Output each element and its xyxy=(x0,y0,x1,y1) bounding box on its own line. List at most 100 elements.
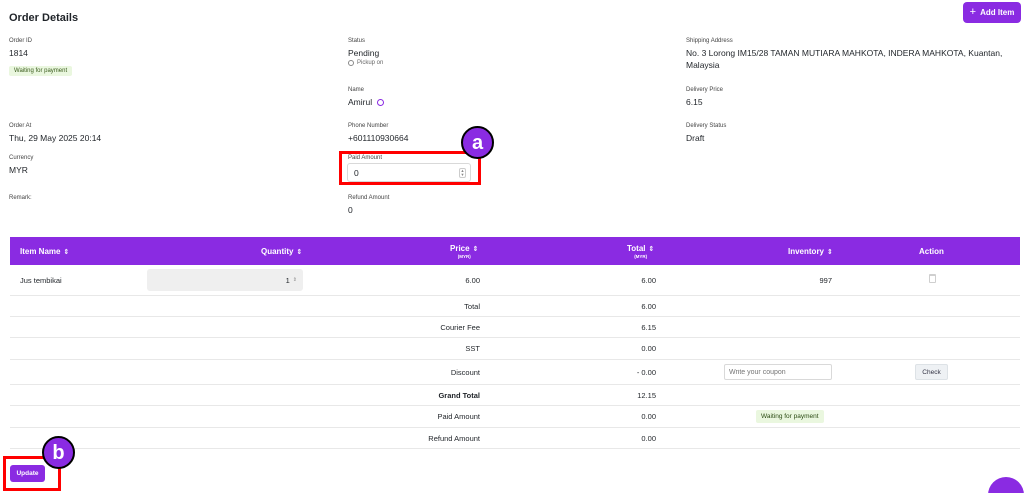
summary-refund-value: 0.00 xyxy=(641,433,656,443)
table-row: Jus tembikai 1 ⇕ 6.00 6.00 997 xyxy=(10,265,1020,296)
stepper-icon[interactable]: ⇕ xyxy=(293,277,297,283)
delivery-status-field: Delivery Status Draft xyxy=(686,122,726,144)
summary-row-paid: Paid Amount 0.00 Waiting for payment xyxy=(10,406,1020,428)
summary-row-discount: Discount - 0.00 Check xyxy=(10,360,1020,385)
delivery-price-field: Delivery Price 6.15 xyxy=(686,86,723,108)
item-inventory: 997 xyxy=(819,275,832,285)
summary-grand-value: 12.15 xyxy=(637,390,656,400)
summary-total-label: Total xyxy=(464,301,480,311)
sort-icon: ⇕ xyxy=(827,248,833,256)
status-label: Status xyxy=(348,38,366,44)
summary-sst-label: SST xyxy=(465,344,480,353)
summary-discount-label: Discount xyxy=(450,367,480,377)
phone-label: Phone Number xyxy=(348,123,389,129)
summary-courier-label: Courier Fee xyxy=(440,322,480,332)
th-inventory[interactable]: Inventory ⇕ xyxy=(788,237,833,265)
quantity-value: 1 xyxy=(285,275,290,285)
th-item-name[interactable]: Item Name ⇕ xyxy=(20,237,69,265)
summary-paid-value: 0.00 xyxy=(641,412,656,421)
summary-discount-value: - 0.00 xyxy=(636,367,656,377)
th-item-name-label: Item Name xyxy=(20,246,61,256)
summary-row-refund: Refund Amount 0.00 xyxy=(10,428,1020,449)
name-field: Name Amirul xyxy=(348,86,385,108)
sort-icon: ⇕ xyxy=(472,245,479,253)
summary-total-value: 6.00 xyxy=(641,301,656,311)
summary-row-grand-total: Grand Total 12.15 xyxy=(10,385,1020,406)
remark-label: Remark: xyxy=(9,195,32,201)
delivery-price-label: Delivery Price xyxy=(686,87,724,93)
quantity-stepper[interactable]: 1 ⇕ xyxy=(147,269,303,291)
item-price: 6.00 xyxy=(465,275,480,285)
summary-row-total: Total 6.00 xyxy=(10,296,1020,317)
summary-courier-value: 6.15 xyxy=(641,322,656,332)
item-name: Jus tembikai xyxy=(20,275,62,285)
chat-fab-button[interactable] xyxy=(988,477,1024,493)
shipping-line-1: No. 3 Lorong IM15/28 TAMAN MUTIARA MAHKO… xyxy=(686,48,1003,58)
delivery-price-value: 6.15 xyxy=(686,97,703,107)
coupon-input[interactable] xyxy=(724,364,832,380)
shipping-line-2: Malaysia xyxy=(686,60,720,70)
currency-value: MYR xyxy=(9,165,28,175)
whatsapp-icon[interactable] xyxy=(377,99,385,107)
shipping-address-field: Shipping Address No. 3 Lorong IM15/28 TA… xyxy=(686,37,1002,71)
th-action-label: Action xyxy=(919,246,944,256)
summary-paid-label: Paid Amount xyxy=(437,412,480,421)
name-label: Name xyxy=(348,87,365,93)
page-title: Order Details xyxy=(9,12,79,24)
th-price[interactable]: Price ⇕ (MYR) xyxy=(450,237,478,265)
delivery-status-value: Draft xyxy=(686,133,705,143)
currency-field: Currency MYR xyxy=(9,154,33,176)
th-action: Action xyxy=(919,237,944,265)
summary-row-courier: Courier Fee 6.15 xyxy=(10,317,1020,338)
th-total-unit: (MYR) xyxy=(634,253,648,259)
order-id-field: Order ID 1814 Waiting for payment xyxy=(9,37,73,77)
delivery-status-label: Delivery Status xyxy=(686,123,727,129)
items-table-header: Item Name ⇕ Quantity ⇕ Price ⇕ (MYR) Total ⇕… xyxy=(10,237,1020,265)
status-value: Pending xyxy=(348,48,380,58)
annotation-marker-b: b xyxy=(42,436,75,469)
currency-label: Currency xyxy=(9,155,34,161)
th-inventory-label: Inventory xyxy=(788,246,825,256)
order-at-label: Order At xyxy=(9,123,32,129)
sort-icon: ⇕ xyxy=(648,245,655,253)
name-value: Amirul xyxy=(348,96,385,108)
th-quantity[interactable]: Quantity ⇕ xyxy=(261,237,302,265)
payment-status-badge: Waiting for payment xyxy=(756,410,824,423)
refund-amount-field: Refund Amount 0 xyxy=(348,194,389,216)
remark-field: Remark: xyxy=(9,194,32,202)
summary-row-sst: SST 0.00 xyxy=(10,338,1020,360)
th-total[interactable]: Total ⇕ (MYR) xyxy=(627,237,654,265)
refund-amount-label: Refund Amount xyxy=(348,195,390,201)
pickup-label: Pickup on xyxy=(357,60,384,66)
shipping-label: Shipping Address xyxy=(686,38,733,44)
plus-icon: + xyxy=(969,6,977,18)
th-price-label: Price xyxy=(450,243,470,253)
summary-refund-label: Refund Amount xyxy=(428,433,480,443)
item-total: 6.00 xyxy=(641,275,656,285)
th-quantity-label: Quantity xyxy=(261,246,294,256)
order-id-value: 1814 xyxy=(9,48,28,58)
phone-value: +601110930664 xyxy=(348,133,409,143)
add-item-label: Add Item xyxy=(980,8,1015,17)
th-total-label: Total xyxy=(627,243,646,253)
summary-grand-label: Grand Total xyxy=(438,390,480,400)
annotation-marker-a: a xyxy=(461,126,494,159)
th-price-unit: (MYR) xyxy=(457,253,471,259)
customer-name: Amirul xyxy=(348,97,373,107)
payment-status-badge: Waiting for payment xyxy=(9,66,73,76)
order-at-value: Thu, 29 May 2025 20:14 xyxy=(9,133,102,143)
highlight-box-a xyxy=(339,151,481,185)
trash-icon[interactable] xyxy=(929,274,936,283)
sort-icon: ⇕ xyxy=(296,248,303,256)
order-id-label: Order ID xyxy=(9,38,33,44)
phone-field: Phone Number +601110930664 xyxy=(348,122,408,144)
clock-icon xyxy=(348,60,354,66)
add-item-button[interactable]: + Add Item xyxy=(963,2,1021,23)
refund-amount-value: 0 xyxy=(348,205,353,215)
pickup-info: Pickup on xyxy=(348,60,383,66)
sort-icon: ⇕ xyxy=(63,248,70,256)
order-at-field: Order At Thu, 29 May 2025 20:14 xyxy=(9,122,101,144)
check-coupon-button[interactable]: Check xyxy=(915,364,948,380)
status-field: Status Pending Pickup on xyxy=(348,37,383,66)
summary-sst-value: 0.00 xyxy=(641,344,656,353)
